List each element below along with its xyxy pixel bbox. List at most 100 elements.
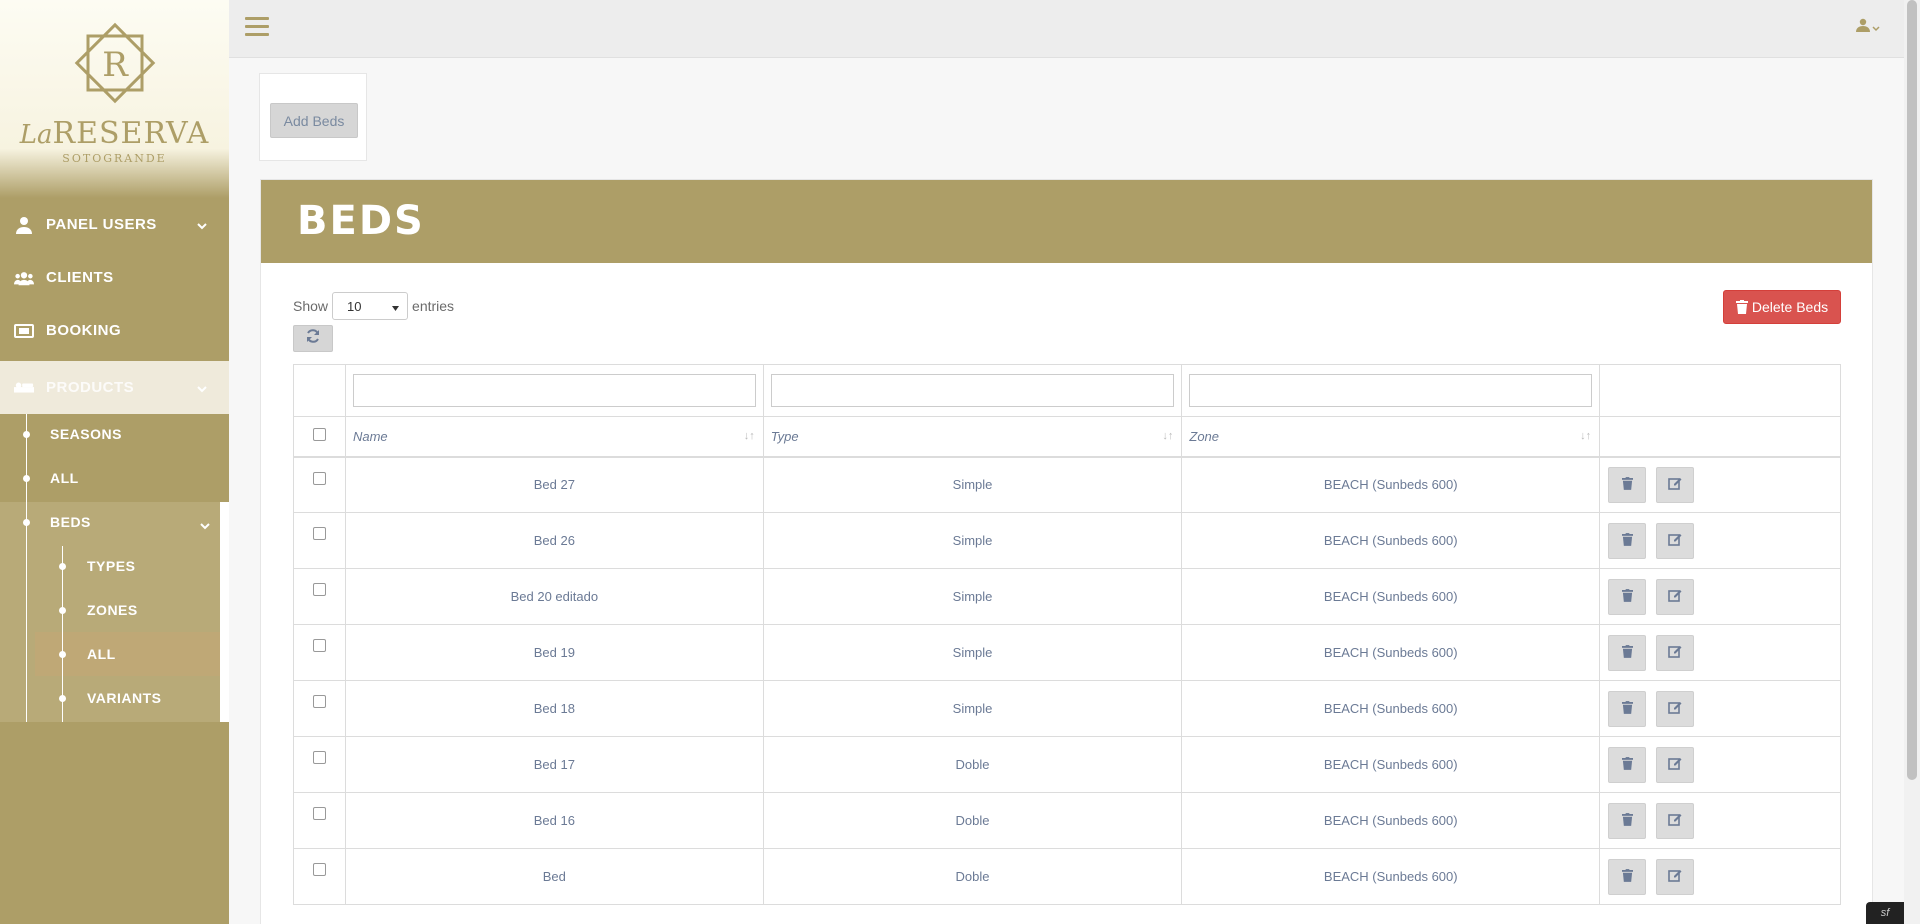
sidebar-item-panel-users[interactable]: PANEL USERS [0,198,229,251]
hamburger-menu-icon[interactable] [245,17,269,39]
delete-row-button[interactable] [1608,802,1647,839]
sidebar-item-label: PRODUCTS [46,379,135,396]
bed-name: Bed 18 [533,701,575,716]
sidebar-item-zones[interactable]: ZONES [87,588,138,632]
row-checkbox[interactable] [312,695,326,708]
symfony-toolbar-icon[interactable]: sf [1866,902,1904,924]
refresh-button[interactable] [293,325,333,352]
row-checkbox[interactable] [312,527,326,540]
filter-cell [1599,364,1841,417]
filter-row [293,364,1841,417]
trash-icon [1621,700,1633,717]
submenu-line [26,414,27,722]
column-header-actions [1599,416,1841,458]
user-menu[interactable] [1856,18,1880,37]
table-row: Bed 17 Doble BEACH (Sunbeds 600) [293,736,1841,793]
edit-row-button[interactable] [1655,578,1694,615]
type-cell: Doble [762,736,1183,793]
bed-zone: BEACH (Sunbeds 600) [1323,701,1458,716]
column-header-label: Zone [1189,428,1220,444]
row-checkbox[interactable] [312,639,326,652]
actions-cell [1599,512,1841,569]
column-header-zone[interactable]: Zone ↓↑ [1181,416,1601,458]
row-select-cell [293,792,346,849]
delete-row-button[interactable] [1608,522,1647,559]
zone-cell: BEACH (Sunbeds 600) [1181,792,1601,849]
sidebar-item-beds[interactable]: BEDS [50,500,210,544]
column-header-name[interactable]: Name ↓↑ [344,416,764,458]
name-cell: Bed 17 [344,736,764,793]
name-cell: Bed 16 [344,792,764,849]
delete-beds-button[interactable]: Delete Beds [1723,290,1841,324]
row-checkbox[interactable] [312,471,326,485]
edit-row-button[interactable] [1655,802,1694,839]
edit-icon [1667,476,1682,493]
sidebar-item-booking[interactable]: BOOKING [0,304,229,357]
select-all-checkbox[interactable] [312,428,326,442]
row-checkbox[interactable] [312,863,326,876]
delete-row-button[interactable] [1608,634,1647,671]
sidebar-item-variants[interactable]: VARIANTS [87,676,162,720]
row-checkbox[interactable] [312,807,326,820]
delete-row-button[interactable] [1608,746,1647,783]
delete-row-button[interactable] [1608,690,1647,727]
zone-cell: BEACH (Sunbeds 600) [1181,568,1601,625]
delete-row-button[interactable] [1608,858,1647,895]
add-beds-button[interactable]: Add Beds [270,103,358,138]
sidebar: R LaRESERVA SOTOGRANDE PANEL USERS CLIEN… [0,0,229,924]
trash-icon [1621,644,1633,661]
edit-row-button[interactable] [1655,522,1694,559]
header-row: Name ↓↑ Type ↓↑ Zone ↓↑ [293,416,1841,458]
bed-zone: BEACH (Sunbeds 600) [1323,477,1458,493]
row-select-cell [293,456,346,513]
row-select-cell [293,624,346,681]
edit-row-button[interactable] [1655,690,1694,727]
bed-zone: BEACH (Sunbeds 600) [1323,757,1458,772]
zone-filter-input[interactable] [1189,374,1593,407]
delete-row-button[interactable] [1608,466,1647,503]
submenu-dot [23,519,30,526]
sidebar-item-clients[interactable]: CLIENTS [0,251,229,304]
sidebar-item-all-products[interactable]: ALL [50,456,79,500]
edit-icon [1667,700,1682,717]
filter-cell [762,364,1183,417]
name-filter-input[interactable] [352,374,756,407]
edit-icon [1667,532,1682,549]
actions-cell [1599,792,1841,849]
logo[interactable]: R LaRESERVA SOTOGRANDE [0,0,229,198]
type-cell: Simple [762,512,1183,569]
edit-row-button[interactable] [1655,466,1694,503]
sidebar-item-all-beds[interactable]: ALL [87,632,116,676]
trash-icon [1621,868,1633,885]
delete-row-button[interactable] [1608,578,1647,615]
sidebar-item-seasons[interactable]: SEASONS [50,412,122,456]
edit-row-button[interactable] [1655,634,1694,671]
type-filter-input[interactable] [770,374,1175,407]
sidebar-item-types[interactable]: TYPES [87,544,135,588]
sidebar-item-label: BOOKING [46,322,122,339]
edit-icon [1667,756,1682,773]
row-select-cell [293,512,346,569]
submenu-dot [23,431,30,438]
beds-panel: BEDS Show 10 entries Delete Beds Name ↓↑… [260,179,1873,924]
edit-row-button[interactable] [1655,746,1694,783]
show-label: Show [293,298,329,314]
bed-name: Bed 27 [533,477,575,493]
submenu-dot [59,607,66,614]
sf-label: sf [1880,907,1890,919]
entries-value: 10 [347,298,362,314]
edit-row-button[interactable] [1655,858,1694,895]
bed-type: Doble [955,757,990,772]
sidebar-item-products[interactable]: PRODUCTS [0,361,229,414]
row-checkbox[interactable] [312,583,326,596]
entries-select[interactable]: 10 [332,292,409,320]
row-checkbox[interactable] [312,751,326,764]
actions-cell [1599,848,1841,905]
name-cell: Bed 18 [344,680,764,737]
scrollbar-thumb[interactable] [1907,0,1917,780]
zone-cell: BEACH (Sunbeds 600) [1181,456,1601,513]
table-row: Bed 20 editado Simple BEACH (Sunbeds 600… [293,568,1841,625]
column-header-type[interactable]: Type ↓↑ [762,416,1183,458]
logo-la: La [19,120,53,150]
logo-reserva: RESERVA [52,116,210,151]
